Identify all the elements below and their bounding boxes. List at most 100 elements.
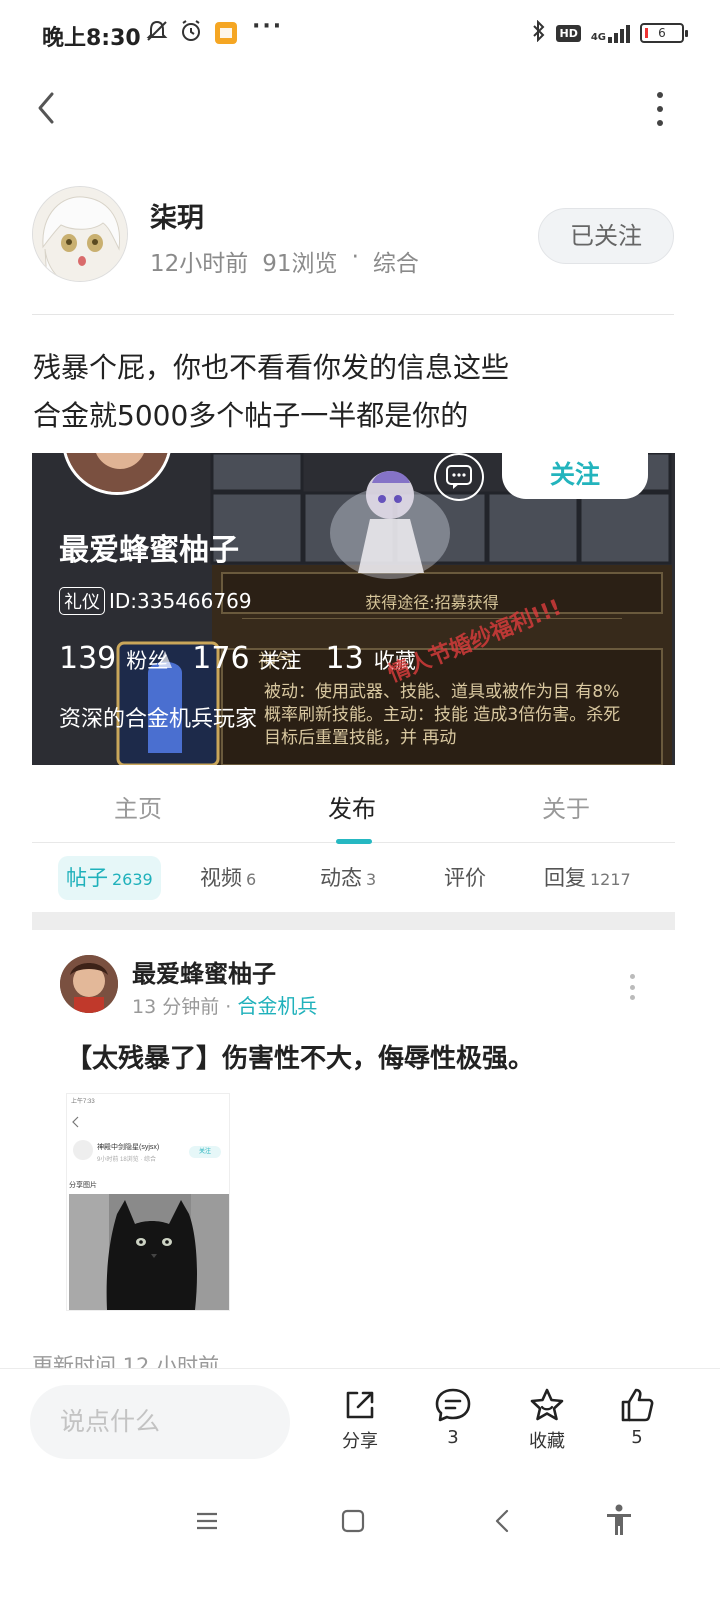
system-back-button[interactable] [490, 1508, 516, 1538]
mute-notification-icon [144, 18, 170, 50]
subtab-label: 评价 [444, 866, 486, 890]
subtab-reviews[interactable]: 评价 [444, 856, 486, 900]
card-skill-text: 被动：使用武器、技能、道具或被作为目 有8%概率刷新技能。主动：技能 造成3倍伤… [264, 682, 621, 748]
more-options-button[interactable] [652, 92, 668, 126]
feed-forum-link[interactable]: 合金机兵 [237, 994, 317, 1018]
feed-author-avatar[interactable] [60, 955, 118, 1013]
subtab-videos[interactable]: 视频 6 [200, 856, 256, 900]
subtab-label: 动态 [320, 866, 362, 890]
thumb-meta: 9小时前 18浏览 · 综合 [97, 1157, 157, 1163]
subtab-label: 帖子 [66, 866, 108, 890]
card-stats: 139 粉丝 176 关注 13 收藏 [59, 641, 430, 676]
comment-button[interactable]: 3 [418, 1387, 488, 1448]
feed-post-title[interactable]: 【太残暴了】伤害性不大，侮辱性极强。 [66, 1038, 534, 1075]
card-badge: 礼仪 [59, 587, 105, 615]
meta-separator: · [351, 244, 359, 270]
accessibility-button[interactable] [604, 1504, 634, 1540]
alarm-icon [178, 18, 204, 50]
more-notifications-icon: ··· [252, 14, 284, 39]
share-label: 分享 [342, 1431, 378, 1452]
post-line-1: 残暴个屁，你也不看看你发的信息这些 [33, 351, 510, 384]
bluetooth-icon [532, 19, 546, 46]
thumb-follow: 关注 [189, 1146, 221, 1158]
post-content: 残暴个屁，你也不看看你发的信息这些 合金就5000多个帖子一半都是你的 [33, 344, 673, 440]
subtab-count: 1217 [590, 870, 631, 889]
followed-button[interactable]: 已关注 [538, 208, 674, 264]
following-label: 关注 [259, 649, 302, 673]
menu-icon [197, 1512, 217, 1530]
recent-apps-button[interactable] [194, 1508, 220, 1538]
feed-post-thumbnail[interactable]: 上午7:33 神殿中剑隐星(syjsx) 9小时前 18浏览 · 综合 关注 分… [66, 1093, 230, 1311]
feed-more-button[interactable] [628, 974, 636, 1000]
favorite-button[interactable]: 收藏 [512, 1387, 582, 1453]
feed-meta: 13 分钟前 · 合金机兵 [132, 990, 317, 1019]
divider [32, 314, 674, 315]
cat-image [69, 1194, 229, 1310]
comment-count: 3 [447, 1427, 459, 1448]
chevron-left-icon [495, 1509, 509, 1533]
thumb-author-name: 神殿中剑隐星(syjsx) [97, 1144, 160, 1151]
tab-about[interactable]: 关于 [542, 789, 590, 824]
profile-tabs: 主页 发布 关于 [32, 765, 675, 844]
feed-time: 13 分钟前 [132, 996, 220, 1018]
back-button[interactable] [30, 88, 70, 128]
subtab-count: 2639 [112, 870, 153, 889]
fans-count: 139 [59, 641, 117, 676]
section-separator [32, 912, 675, 930]
tab-home[interactable]: 主页 [114, 789, 162, 824]
subtab-count: 3 [366, 870, 377, 889]
accessibility-icon [607, 1504, 631, 1535]
post-image[interactable]: 关注 最爱蜂蜜柚子 获得途径:招募获得 礼仪 ID:335466769 神气 1… [32, 453, 675, 765]
network-type: 4G [590, 32, 606, 43]
star-icon [530, 1388, 564, 1421]
more-vertical-icon [657, 92, 663, 98]
signal-icon [608, 23, 630, 43]
card-bio: 资深的合金机兵玩家 [59, 707, 258, 732]
card-id: 礼仪 ID:335466769 [59, 587, 252, 615]
status-bar: 晚上8:30 ··· HD 4G 6 [0, 0, 720, 68]
post-category[interactable]: 综合 [373, 244, 419, 278]
card-message-button [434, 453, 484, 501]
fans-label: 粉丝 [126, 649, 169, 673]
subtab-moments[interactable]: 动态 3 [320, 856, 376, 900]
subtab-replies[interactable]: 回复 1217 [544, 856, 631, 900]
like-button[interactable]: 5 [602, 1387, 672, 1448]
comment-input[interactable]: 说点什么 [30, 1385, 290, 1459]
subtab-threads[interactable]: 帖子 2639 [58, 856, 161, 900]
active-tab-indicator [336, 839, 372, 844]
hd-badge: HD [556, 24, 581, 42]
square-icon [341, 1509, 365, 1533]
battery-icon: 6 [640, 23, 688, 43]
thumb-status-time: 上午7:33 [71, 1099, 95, 1105]
app-notification-icon [214, 21, 238, 51]
subtab-label: 视频 [200, 866, 242, 890]
author-meta: 12小时前 91浏览 · 综合 [150, 244, 419, 278]
home-button[interactable] [340, 1508, 366, 1538]
content-filter-tabs: 帖子 2639 视频 6 动态 3 评价 回复 1217 [32, 856, 675, 904]
post-line-2: 合金就5000多个帖子一半都是你的 [33, 399, 469, 432]
card-source-text: 获得途径:招募获得 [242, 589, 622, 619]
author-name[interactable]: 柒玥 [150, 196, 204, 235]
following-count: 176 [192, 641, 250, 676]
card-follow-button: 关注 [502, 453, 648, 499]
post-time: 12小时前 [150, 251, 249, 277]
feed-meta-dot: · [225, 996, 232, 1018]
comment-icon [435, 1388, 471, 1422]
system-nav-bar [0, 1474, 720, 1600]
card-id-value: ID:335466769 [109, 589, 252, 613]
view-count: 91浏览 [262, 251, 338, 277]
favorites-count: 13 [325, 641, 364, 676]
tab-posts[interactable]: 发布 [328, 789, 376, 824]
share-button[interactable]: 分享 [325, 1387, 395, 1453]
share-icon [346, 1391, 374, 1419]
feed-author-name[interactable]: 最爱蜂蜜柚子 [132, 954, 276, 989]
bottom-action-bar: 说点什么 分享 3 收藏 5 [0, 1368, 720, 1474]
thumbs-up-icon [621, 1388, 654, 1422]
card-username: 最爱蜂蜜柚子 [59, 533, 239, 568]
message-icon [446, 465, 472, 489]
subtab-label: 回复 [544, 866, 586, 890]
author-avatar[interactable] [32, 186, 128, 282]
more-vertical-icon [629, 974, 635, 979]
like-count: 5 [631, 1427, 643, 1448]
back-arrow-icon [72, 1116, 79, 1128]
